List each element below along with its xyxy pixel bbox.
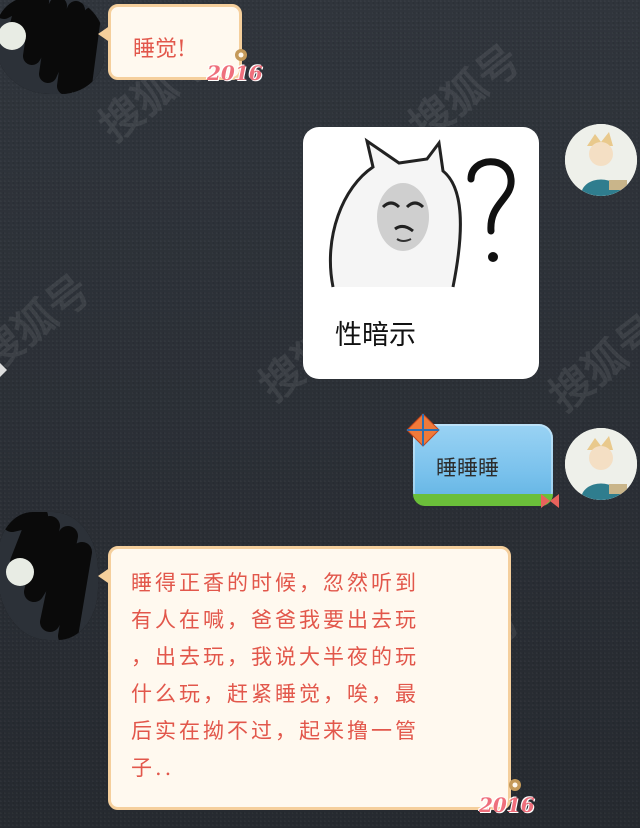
message-line: 子.. (131, 756, 175, 780)
message-bubble-incoming[interactable]: 睡得正香的时候，忽然听到 有人在喊，爸爸我要出去玩 ，出去玩，我说大半夜的玩 什… (98, 546, 535, 817)
avatar-image (565, 124, 637, 196)
gear-decoration-icon (509, 779, 521, 791)
avatar-self[interactable] (565, 428, 637, 500)
avatar-self[interactable] (565, 124, 637, 196)
badge-2016: 2016 (479, 793, 535, 817)
scribbled-avatar-icon (0, 0, 104, 94)
message-bubble-outgoing[interactable]: 睡睡睡 (406, 413, 559, 508)
watermark: 搜狐号 (0, 264, 100, 381)
badge-2016: 2016 (207, 61, 263, 85)
grass-decoration (413, 494, 553, 506)
avatar-other[interactable] (0, 0, 104, 94)
scroll-indicator (0, 363, 7, 377)
bow-decoration-icon (541, 494, 559, 508)
message-text: 睡觉! (133, 37, 186, 62)
message-line: 什么玩，赶紧睡觉，唉，最 (131, 682, 419, 706)
kite-icon (406, 413, 440, 447)
avatar-image (565, 428, 637, 500)
message-bubble-incoming[interactable]: 睡觉! 2016 (98, 4, 263, 85)
message-line: 有人在喊，爸爸我要出去玩 (131, 608, 419, 632)
message-line: 睡得正香的时候，忽然听到 (131, 571, 419, 595)
message-line: 后实在拗不过，起来撸一管 (131, 719, 419, 743)
message-text-block: 睡得正香的时候，忽然听到 有人在喊，爸爸我要出去玩 ，出去玩，我说大半夜的玩 什… (131, 565, 419, 787)
sticker-message[interactable]: 性暗示 (303, 127, 539, 379)
gear-decoration-icon (235, 49, 247, 61)
scribbled-avatar-icon (0, 512, 98, 640)
message-text: 睡睡睡 (436, 456, 499, 480)
sticker-image (328, 137, 515, 288)
sticker-caption: 性暗示 (335, 320, 416, 351)
message-line: ，出去玩，我说大半夜的玩 (131, 645, 419, 669)
watermark: 搜狐号 (540, 304, 640, 421)
avatar-other[interactable] (0, 512, 98, 640)
